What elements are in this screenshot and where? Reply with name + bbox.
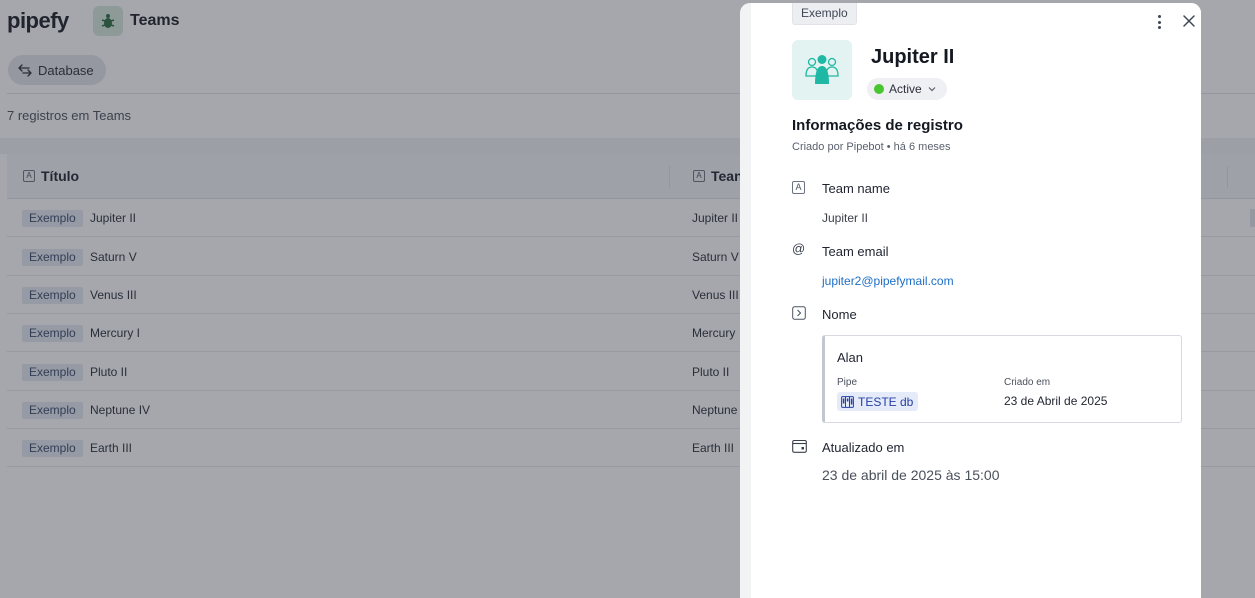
chevron-down-icon xyxy=(928,87,936,92)
field-label-team-email: Team email xyxy=(822,244,889,259)
created-label: Criado em xyxy=(1004,377,1051,388)
pipe-name: TESTE db xyxy=(858,394,914,409)
connected-record-name: Alan xyxy=(837,350,864,365)
created-by-info: Criado por Pipebot • há 6 meses xyxy=(792,141,951,153)
team-group-icon xyxy=(805,55,839,84)
pipe-chip[interactable]: TESTE db xyxy=(837,392,919,411)
record-detail-panel: Exemplo Jupiter II Active Informações de xyxy=(740,3,1201,598)
pipe-label: Pipe xyxy=(837,377,858,388)
field-label-updated: Atualizado em xyxy=(822,440,905,455)
status-dot-icon xyxy=(874,84,884,94)
text-field-icon: A xyxy=(792,181,805,194)
field-value-updated: 23 de abril de 2025 às 15:00 xyxy=(822,467,1000,483)
field-value-team-email[interactable]: jupiter2@pipefymail.com xyxy=(822,274,954,288)
connected-record-card[interactable]: Alan Pipe Criado em TESTE db 23 de Abril… xyxy=(822,335,1182,423)
record-title: Jupiter II xyxy=(871,46,955,68)
field-label-nome: Nome xyxy=(822,307,857,322)
calendar-icon xyxy=(792,439,807,453)
at-sign-icon: @ xyxy=(792,241,806,256)
field-label-team-name: Team name xyxy=(822,181,890,196)
close-icon[interactable] xyxy=(1181,13,1197,29)
record-tag-badge: Exemplo xyxy=(792,3,857,25)
section-title: Informações de registro xyxy=(792,117,963,134)
created-date: 23 de Abril de 2025 xyxy=(1004,394,1108,408)
status-label: Active xyxy=(889,82,922,96)
record-detail-content: Exemplo Jupiter II Active Informações de xyxy=(751,3,1201,598)
connection-field-icon xyxy=(792,306,806,320)
more-options-icon[interactable] xyxy=(1154,15,1164,29)
kanban-icon xyxy=(841,395,854,408)
status-dropdown[interactable]: Active xyxy=(867,78,947,100)
team-avatar xyxy=(792,40,852,100)
field-value-team-name[interactable]: Jupiter II xyxy=(822,211,868,225)
